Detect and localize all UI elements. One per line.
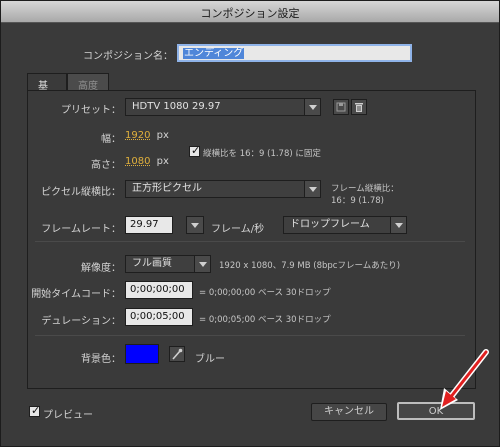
trash-icon[interactable] xyxy=(351,99,367,115)
cancel-button[interactable]: キャンセル xyxy=(311,403,387,421)
frame-aspect-value: 16：9 (1.78) xyxy=(331,196,384,206)
duration-input[interactable]: 0;00;05;00 xyxy=(125,308,193,326)
width-unit: px xyxy=(156,130,169,141)
drop-frame-dropdown[interactable]: ドロップフレーム xyxy=(283,216,407,234)
preview-label: プレビュー xyxy=(43,410,93,421)
pixel-aspect-label: ピクセル縦横比： xyxy=(41,187,121,198)
duration-info: = 0;00;05;00 ベース 30ドロップ xyxy=(199,315,331,325)
chevron-down-icon xyxy=(194,256,210,272)
tab-basic[interactable]: 基本 xyxy=(27,73,67,107)
start-timecode-input[interactable]: 0;00;00;00 xyxy=(125,281,193,299)
background-color-swatch[interactable] xyxy=(125,344,159,364)
red-pointer-arrow xyxy=(440,349,489,410)
composition-settings-dialog: コンポジション設定 コンポジション名： エンディング 基本 高度 プリセット： … xyxy=(0,0,500,447)
composition-name-value: エンディング xyxy=(183,48,245,59)
width-label: 幅： xyxy=(101,134,121,145)
drop-frame-value: ドロップフレーム xyxy=(290,219,370,230)
width-field[interactable]: 1920 px xyxy=(125,130,169,141)
pixel-aspect-value: 正方形ピクセル xyxy=(132,183,202,194)
background-color-name: ブルー xyxy=(195,354,225,365)
preset-dropdown[interactable]: HDTV 1080 29.97 xyxy=(125,98,321,116)
height-unit: px xyxy=(156,156,169,167)
duration-label: デュレーション： xyxy=(41,316,121,327)
background-color-label: 背景色： xyxy=(81,354,121,365)
frame-rate-value: 29.97 xyxy=(130,219,159,230)
start-timecode-info: = 0;00;00;00 ベース 30ドロップ xyxy=(199,288,331,298)
chevron-down-icon xyxy=(187,217,203,233)
height-field[interactable]: 1080 px xyxy=(125,156,169,167)
chevron-down-icon xyxy=(304,181,320,197)
chevron-down-icon xyxy=(390,217,406,233)
frame-rate-input[interactable]: 29.97 xyxy=(125,216,173,234)
preset-label: プリセット： xyxy=(61,105,121,116)
frame-rate-label: フレームレート： xyxy=(41,224,121,235)
resolution-label: 解像度： xyxy=(81,263,121,274)
height-value[interactable]: 1080 xyxy=(125,156,150,167)
window-title: コンポジション設定 xyxy=(200,7,300,20)
chevron-down-icon xyxy=(304,99,320,115)
start-timecode-value: 0;00;00;00 xyxy=(130,284,185,295)
preview-checkbox[interactable] xyxy=(29,404,40,417)
divider xyxy=(35,335,465,336)
frame-rate-presets-dropdown[interactable] xyxy=(186,216,204,234)
composition-name-input[interactable]: エンディング xyxy=(177,44,412,62)
composition-name-label: コンポジション名： xyxy=(83,51,173,62)
aspect-lock-label: 縦横比を 16：9 (1.78) に固定 xyxy=(203,149,321,159)
resolution-info: 1920 x 1080、7.9 MB (8bpcフレームあたり) xyxy=(219,261,401,271)
title-bar: コンポジション設定 xyxy=(1,1,499,23)
divider xyxy=(35,241,465,242)
frame-aspect-label: フレーム縦横比： xyxy=(331,184,399,194)
eyedropper-icon[interactable] xyxy=(169,346,185,362)
height-label: 高さ： xyxy=(91,160,121,171)
pixel-aspect-dropdown[interactable]: 正方形ピクセル xyxy=(125,180,321,198)
resolution-value: フル画質 xyxy=(132,258,172,269)
aspect-lock-checkbox[interactable] xyxy=(189,144,200,157)
start-timecode-label: 開始タイムコード： xyxy=(31,289,121,300)
frame-rate-unit: フレーム/秒 xyxy=(211,224,265,235)
resolution-dropdown[interactable]: フル画質 xyxy=(125,255,211,273)
duration-value: 0;00;05;00 xyxy=(130,311,185,322)
preset-value: HDTV 1080 29.97 xyxy=(132,101,221,112)
width-value[interactable]: 1920 xyxy=(125,130,150,141)
tab-advanced[interactable]: 高度 xyxy=(67,73,109,92)
save-preset-icon[interactable] xyxy=(333,99,349,115)
